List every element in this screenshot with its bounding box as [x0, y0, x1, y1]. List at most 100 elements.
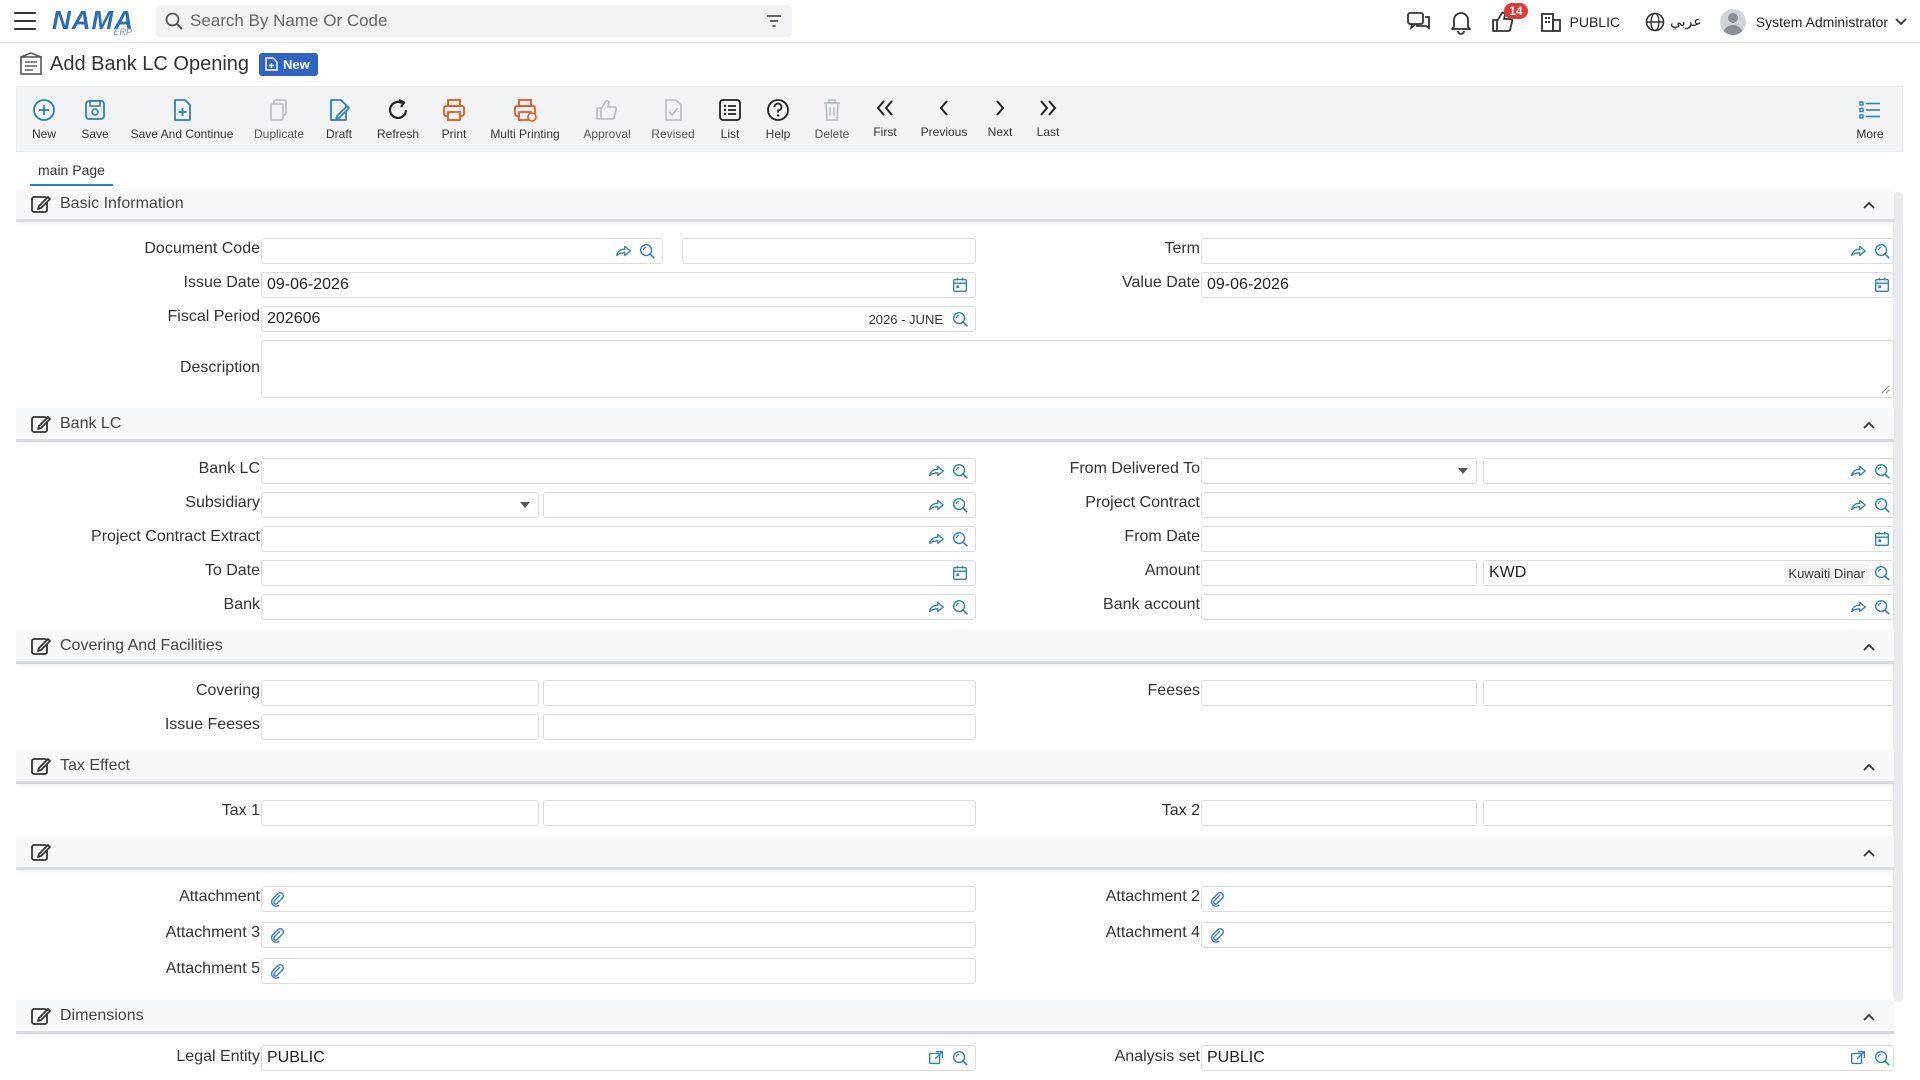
first-button[interactable]: First [867, 87, 903, 151]
attachment-2-input[interactable] [1201, 886, 1894, 912]
tax2-input[interactable] [1201, 800, 1477, 826]
chevron-up-icon[interactable] [1862, 418, 1876, 432]
search-input[interactable] [190, 11, 764, 31]
delete-button[interactable]: Delete [813, 87, 851, 151]
covering-amount-input[interactable] [543, 680, 976, 706]
share-icon[interactable] [927, 598, 945, 616]
save-and-continue-button[interactable]: Save And Continue [129, 87, 235, 151]
calendar-icon[interactable] [1873, 276, 1891, 294]
previous-button[interactable]: Previous [919, 87, 969, 151]
chevron-up-icon[interactable] [1862, 640, 1876, 654]
company-name[interactable]: PUBLIC [1570, 14, 1621, 30]
external-link-icon[interactable] [927, 1049, 945, 1067]
section-basic-information[interactable]: Basic Information [16, 188, 1894, 222]
paperclip-icon[interactable] [268, 962, 286, 980]
share-icon[interactable] [1849, 462, 1867, 480]
to-date-input[interactable] [261, 560, 976, 586]
print-button[interactable]: Print [437, 87, 471, 151]
issue-feeses-input[interactable] [261, 714, 539, 740]
amount-input[interactable] [1201, 560, 1477, 586]
save-button[interactable]: Save [75, 87, 115, 151]
subsidiary-input[interactable] [543, 492, 976, 518]
feeses-input[interactable] [1201, 680, 1477, 706]
external-link-icon[interactable] [1849, 1049, 1867, 1067]
section-bank-lc[interactable]: Bank LC [16, 408, 1894, 442]
lookup-search-icon[interactable] [1873, 564, 1891, 582]
approval-button[interactable]: Approval [581, 87, 633, 151]
lookup-search-icon[interactable] [951, 310, 969, 328]
next-button[interactable]: Next [983, 87, 1017, 151]
lookup-search-icon[interactable] [638, 242, 656, 260]
building-icon[interactable] [1538, 9, 1564, 35]
globe-icon[interactable] [1644, 11, 1666, 33]
bank-lc-input[interactable] [261, 458, 976, 484]
project-contract-extract-input[interactable] [261, 526, 976, 552]
chevron-up-icon[interactable] [1862, 198, 1876, 212]
chevron-up-icon[interactable] [1862, 846, 1876, 860]
list-button[interactable]: List [715, 87, 745, 151]
fiscal-period-input[interactable]: 202606 2026 - JUNE [261, 306, 976, 332]
revised-button[interactable]: Revised [649, 87, 697, 151]
tax1-amount-input[interactable] [543, 800, 976, 826]
menu-icon[interactable] [14, 12, 36, 30]
refresh-button[interactable]: Refresh [375, 87, 421, 151]
feeses-amount-input[interactable] [1483, 680, 1894, 706]
calendar-icon[interactable] [1873, 530, 1891, 548]
from-date-input[interactable] [1201, 526, 1894, 552]
lookup-search-icon[interactable] [1873, 598, 1891, 616]
share-icon[interactable] [614, 242, 632, 260]
attachment-5-input[interactable] [261, 958, 976, 984]
lookup-search-icon[interactable] [1873, 462, 1891, 480]
paperclip-icon[interactable] [268, 890, 286, 908]
bank-account-input[interactable] [1201, 594, 1894, 620]
avatar[interactable] [1719, 8, 1746, 35]
project-contract-input[interactable] [1201, 492, 1894, 518]
more-button[interactable]: More [1850, 87, 1890, 151]
term-input[interactable] [1201, 238, 1894, 264]
issue-feeses-amount-input[interactable] [543, 714, 976, 740]
tax1-input[interactable] [261, 800, 539, 826]
chevron-up-icon[interactable] [1862, 760, 1876, 774]
value-date-input[interactable]: 09-06-2026 [1201, 272, 1894, 298]
subsidiary-select[interactable] [261, 492, 539, 518]
attachment-3-input[interactable] [261, 922, 976, 948]
issue-date-input[interactable]: 09-06-2026 [261, 272, 976, 298]
legal-entity-input[interactable]: PUBLIC [261, 1045, 976, 1071]
filter-icon[interactable] [764, 11, 784, 31]
new-button[interactable]: New [25, 87, 63, 151]
language-switch[interactable]: عربي [1670, 13, 1702, 30]
share-icon[interactable] [1849, 598, 1867, 616]
section-attachments[interactable] [16, 836, 1894, 870]
tax2-amount-input[interactable] [1483, 800, 1894, 826]
approvals-indicator[interactable]: 14 [1490, 2, 1528, 35]
last-button[interactable]: Last [1033, 87, 1063, 151]
bank-input[interactable] [261, 594, 976, 620]
lookup-search-icon[interactable] [1873, 1049, 1891, 1067]
tab-main-page[interactable]: main Page [30, 160, 113, 186]
draft-button[interactable]: Draft [319, 87, 359, 151]
document-code-name-field[interactable] [682, 238, 976, 264]
from-delivered-to-select[interactable] [1201, 458, 1477, 484]
resize-handle-icon[interactable] [1880, 384, 1890, 394]
description-textarea[interactable] [261, 340, 1894, 398]
paperclip-icon[interactable] [1208, 926, 1226, 944]
app-logo[interactable]: NAMA ERP [52, 3, 136, 39]
section-dimensions[interactable]: Dimensions [16, 1000, 1894, 1034]
section-tax-effect[interactable]: Tax Effect [16, 750, 1894, 784]
user-name[interactable]: System Administrator [1756, 14, 1888, 30]
chat-icon[interactable] [1406, 9, 1432, 35]
attachment-4-input[interactable] [1201, 922, 1894, 948]
share-icon[interactable] [1849, 242, 1867, 260]
bell-icon[interactable] [1448, 9, 1474, 35]
analysis-set-input[interactable]: PUBLIC [1201, 1045, 1894, 1071]
currency-input[interactable]: KWD Kuwaiti Dinar [1483, 560, 1894, 586]
section-covering-and-facilities[interactable]: Covering And Facilities [16, 630, 1894, 664]
share-icon[interactable] [927, 462, 945, 480]
share-icon[interactable] [927, 496, 945, 514]
paperclip-icon[interactable] [1208, 890, 1226, 908]
duplicate-button[interactable]: Duplicate [251, 87, 307, 151]
lookup-search-icon[interactable] [1873, 496, 1891, 514]
chevron-up-icon[interactable] [1862, 1010, 1876, 1024]
covering-input[interactable] [261, 680, 539, 706]
multi-printing-button[interactable]: Multi Printing [489, 87, 561, 151]
